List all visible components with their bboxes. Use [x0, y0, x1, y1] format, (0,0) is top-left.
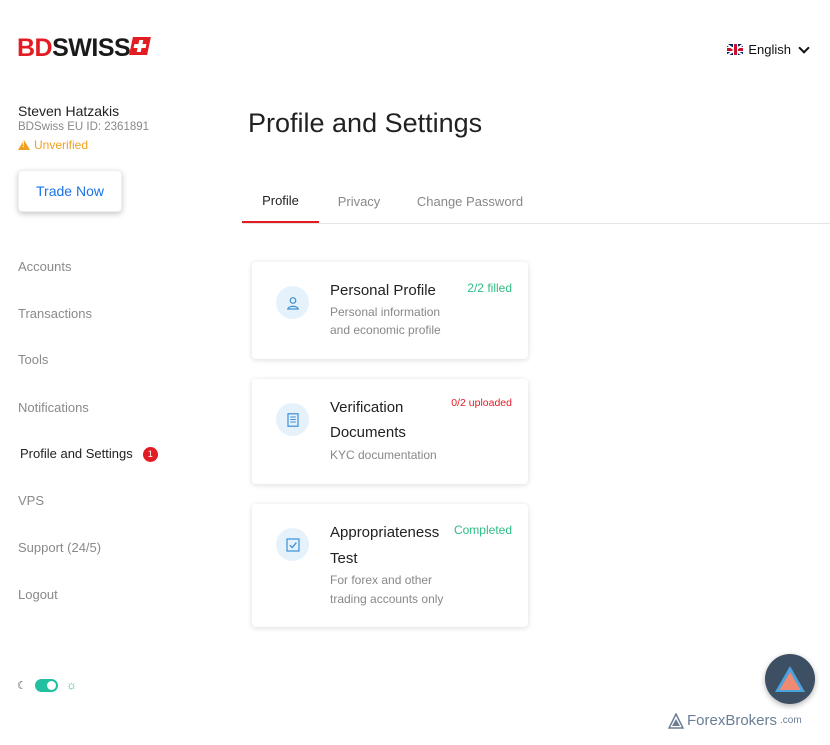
sun-icon: ☼ [65, 678, 77, 692]
theme-switcher[interactable]: ☾ ☼ [17, 678, 77, 692]
sidebar-item-accounts[interactable]: Accounts [18, 259, 71, 274]
support-chat-button[interactable] [765, 654, 815, 704]
theme-toggle[interactable] [34, 678, 58, 692]
moon-icon: ☾ [17, 679, 27, 692]
sidebar-item-label: Profile and Settings [20, 446, 133, 461]
sidebar-item-support[interactable]: Support (24/5) [18, 540, 101, 555]
sidebar-item-vps[interactable]: VPS [18, 493, 44, 508]
checkbox-icon [276, 528, 309, 561]
personal-profile-card[interactable]: Personal Profile Personal information an… [252, 262, 528, 359]
verification-status[interactable]: Unverified [18, 138, 88, 152]
sidebar-item-notifications[interactable]: Notifications [18, 400, 89, 415]
verification-documents-card[interactable]: Verification Documents KYC documentation… [252, 379, 528, 484]
sidebar-item-transactions[interactable]: Transactions [18, 306, 92, 321]
card-title: Documents [330, 424, 406, 441]
appropriateness-test-card[interactable]: Appropriateness Test For forex and other… [252, 504, 528, 627]
user-name: Steven Hatzakis [18, 103, 120, 119]
document-icon [276, 403, 309, 436]
page-title: Profile and Settings [248, 108, 483, 138]
sidebar-item-profile-settings[interactable]: Profile and Settings 1 [20, 446, 158, 462]
user-icon [276, 286, 309, 319]
status-badge: 0/2 uploaded [451, 397, 512, 409]
forexbrokers-watermark: ForexBrokers .com [668, 712, 802, 729]
card-description: and economic profile [330, 323, 441, 337]
forexbrokers-logo-icon [668, 712, 684, 729]
status-badge: Completed [453, 523, 512, 537]
card-description: For forex and other [330, 573, 433, 587]
uk-flag-icon [727, 44, 744, 55]
card-title: Personal Profile [330, 282, 436, 299]
tab-change-password[interactable]: Change Password [410, 180, 530, 223]
sidebar-item-tools[interactable]: Tools [18, 352, 48, 367]
chevron-down-icon [798, 41, 810, 54]
card-title: Verification [330, 399, 404, 416]
triangle-logo-icon [775, 666, 805, 692]
card-description: KYC documentation [330, 448, 437, 462]
card-description: trading accounts only [330, 592, 444, 606]
account-id: BDSwiss EU ID: 2361891 [18, 121, 150, 133]
tab-profile[interactable]: Profile [242, 180, 319, 223]
bdswiss-logo[interactable]: BD SWISS [17, 36, 152, 61]
card-title: Test [330, 550, 358, 567]
card-title: Appropriateness [330, 524, 440, 541]
trade-now-button[interactable]: Trade Now [18, 170, 122, 212]
sidebar-item-logout[interactable]: Logout [18, 587, 58, 602]
tab-bar: Profile Privacy Change Password [242, 180, 830, 224]
language-label: English [748, 42, 791, 57]
language-selector[interactable]: English [727, 41, 810, 57]
status-badge: 2/2 filled [467, 281, 512, 295]
tab-privacy[interactable]: Privacy [326, 180, 392, 223]
swiss-cross-icon [129, 36, 152, 55]
notification-badge: 1 [142, 447, 158, 462]
card-description: Personal information [330, 305, 441, 319]
warning-icon [18, 140, 30, 150]
